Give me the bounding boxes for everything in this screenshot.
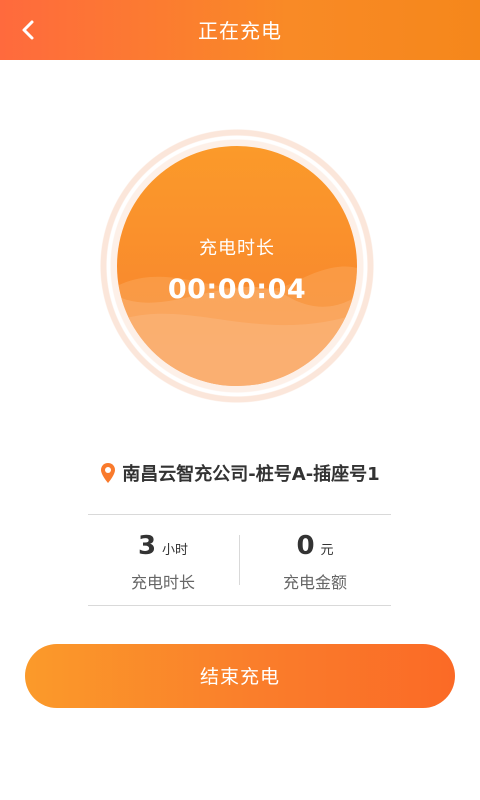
- station-location: 南昌云智充公司-桩号A-插座号1: [0, 458, 480, 488]
- charging-stats: 3 小时 充电时长 0元 充电金额: [88, 514, 391, 606]
- elapsed-time: 00:00:04: [167, 274, 307, 305]
- amount-unit: 元: [320, 543, 334, 558]
- wave-decoration: [117, 266, 357, 386]
- charging-gauge: 充电时长 00:00:04: [99, 128, 375, 404]
- page-title: 正在充电: [198, 19, 282, 43]
- gauge-label: 充电时长: [199, 238, 275, 259]
- duration-label: 充电时长: [130, 573, 195, 592]
- end-charging-button[interactable]: 结束充电: [25, 644, 455, 708]
- top-bar: 正在充电: [0, 0, 480, 60]
- amount-value: 0: [296, 531, 315, 561]
- duration-stat: 3 小时 充电时长: [88, 515, 238, 605]
- amount-stat: 0元 充电金额: [240, 515, 390, 605]
- station-name: 南昌云智充公司-桩号A-插座号1: [122, 464, 380, 485]
- amount-label: 充电金额: [282, 573, 347, 592]
- duration-value: 3: [137, 531, 157, 561]
- map-pin-icon: [101, 463, 116, 483]
- gauge-circle: 充电时长 00:00:04: [117, 146, 357, 386]
- duration-unit: 小时: [162, 543, 189, 558]
